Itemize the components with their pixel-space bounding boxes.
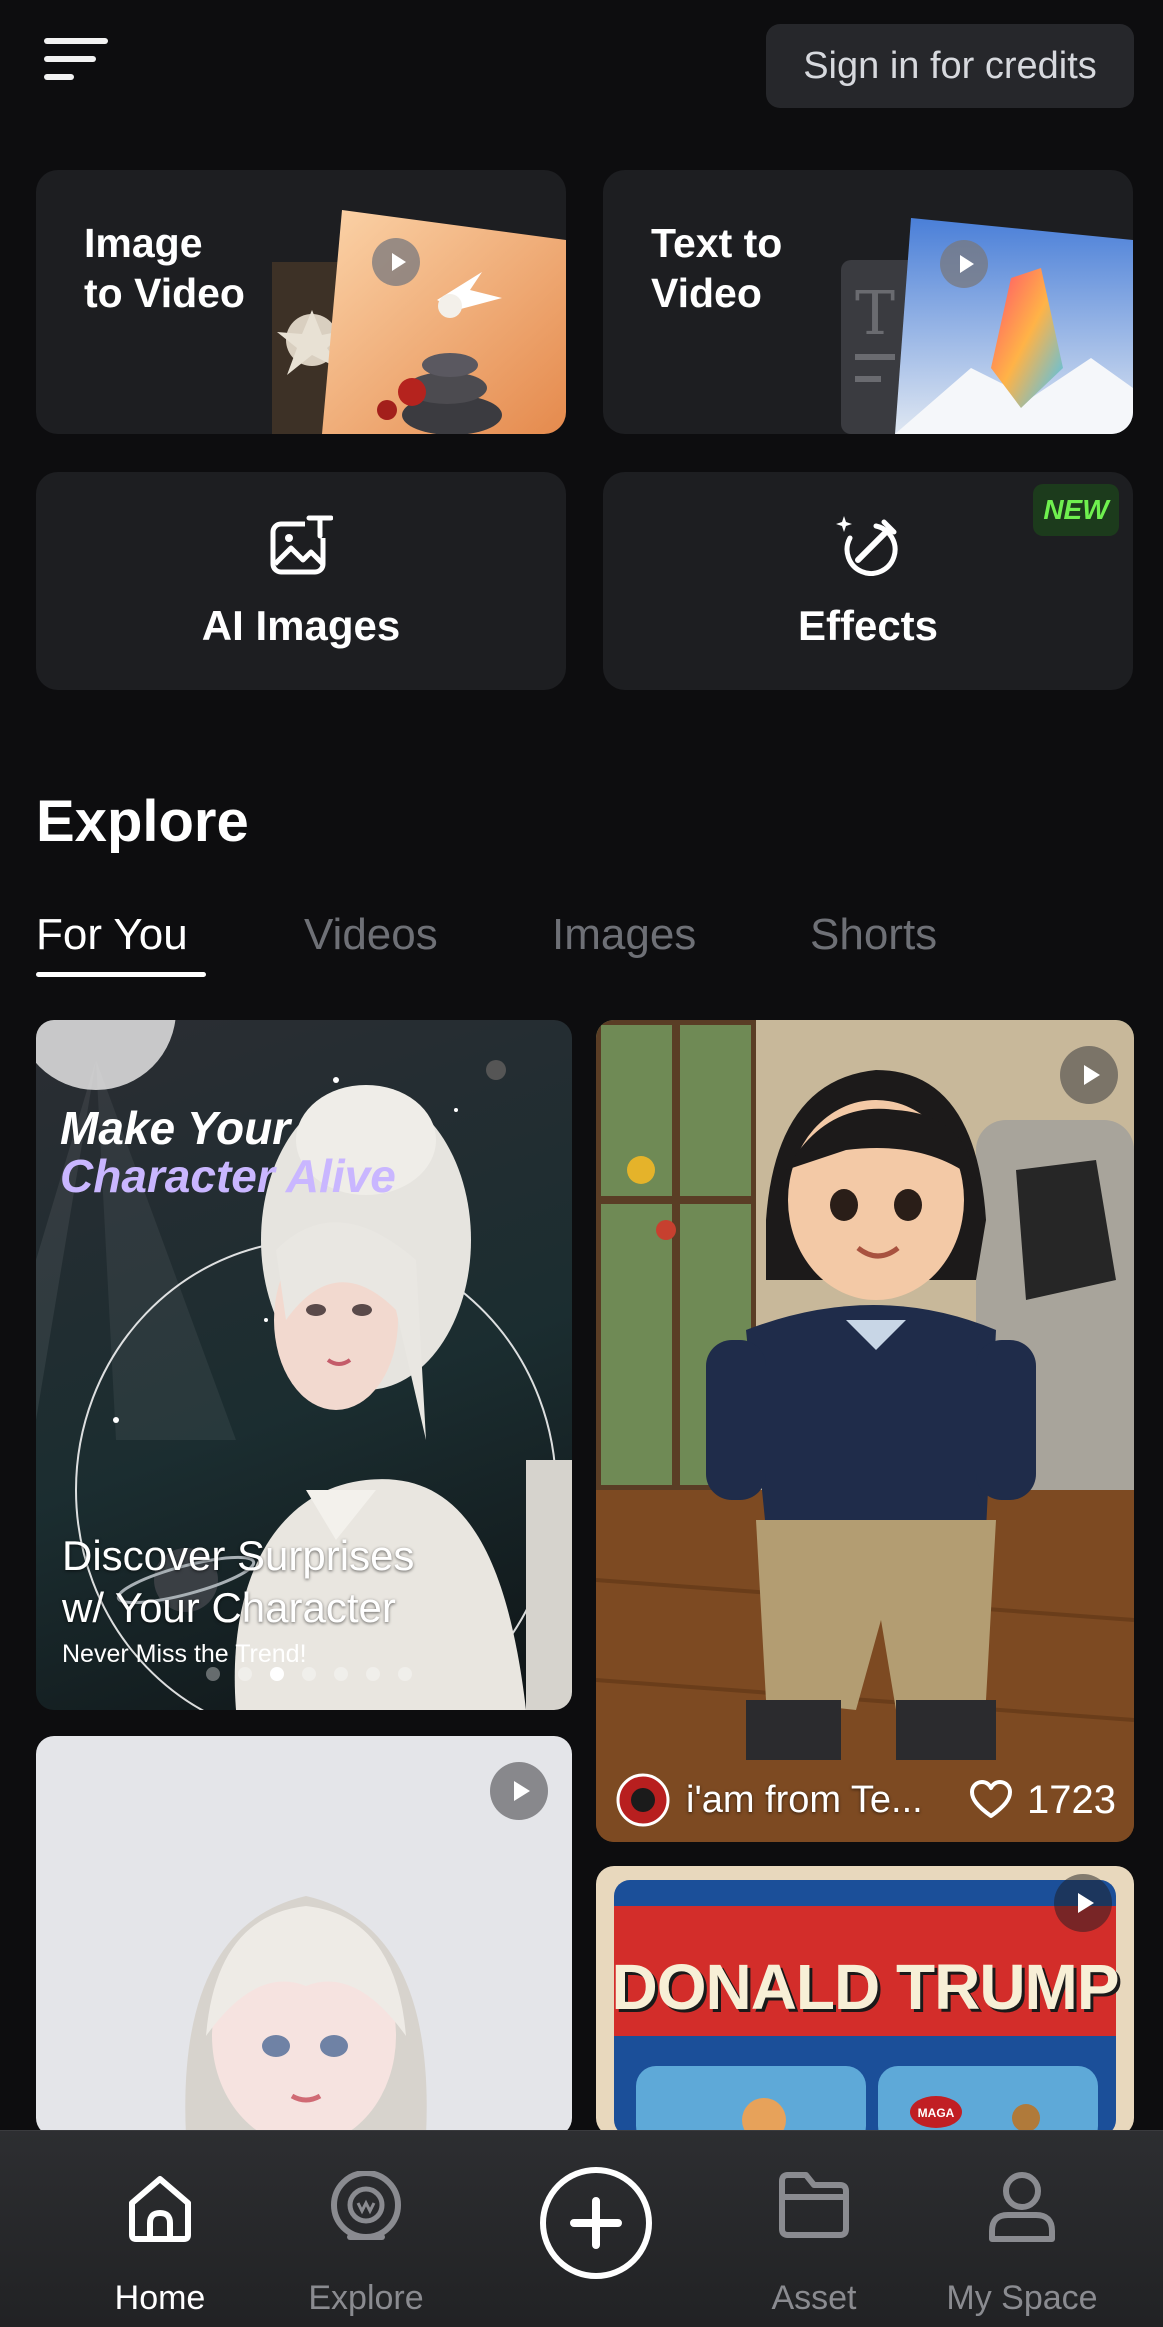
carousel-dot[interactable]: [238, 1667, 252, 1681]
carousel-dot[interactable]: [366, 1667, 380, 1681]
sign-in-for-credits-button[interactable]: Sign in for credits: [766, 24, 1134, 108]
poster-cap-label: MAGA: [917, 2106, 955, 2120]
author-name[interactable]: i'am from Te...: [686, 1779, 969, 1822]
tab-for-you[interactable]: For You: [36, 910, 188, 960]
post-artwork: [596, 1020, 1134, 1842]
post-play-icon[interactable]: [1060, 1046, 1118, 1104]
nav-asset[interactable]: Asset: [724, 2131, 904, 2327]
carousel-dot[interactable]: [398, 1667, 412, 1681]
create-button[interactable]: [540, 2167, 652, 2279]
nav-home-label: Home: [114, 2279, 206, 2317]
active-tab-indicator: [36, 972, 206, 977]
text-to-video-play-icon: [940, 240, 988, 288]
tab-images[interactable]: Images: [552, 910, 696, 960]
post-footer: i'am from Te... 1723: [616, 1772, 1116, 1828]
carousel-dot[interactable]: [206, 1667, 220, 1681]
new-badge: NEW: [1033, 484, 1119, 536]
carousel-dot[interactable]: [270, 1667, 284, 1681]
tab-videos[interactable]: Videos: [304, 910, 438, 960]
bottom-navigation: Home Explore Asset My Space: [0, 2130, 1163, 2327]
text-to-video-thumbnail: T: [841, 218, 1133, 434]
nav-my-space[interactable]: My Space: [932, 2131, 1112, 2327]
text-to-video-title: Text to Video: [651, 220, 783, 316]
image-to-video-card[interactable]: Image to Video: [36, 170, 566, 434]
author-avatar[interactable]: [616, 1773, 670, 1827]
tab-shorts[interactable]: Shorts: [810, 910, 937, 960]
banner-headline: Make Your Character Alive: [60, 1104, 396, 1200]
promo-banner-card[interactable]: Make Your Character Alive Discover Surpr…: [36, 1020, 572, 1710]
profile-icon: [989, 2172, 1055, 2242]
ai-images-label: AI Images: [201, 602, 401, 649]
nav-explore-label: Explore: [308, 2279, 424, 2317]
carousel-dot[interactable]: [334, 1667, 348, 1681]
effects-card[interactable]: NEW Effects: [603, 472, 1133, 690]
magic-wand-icon: [836, 516, 898, 576]
explore-icon: [331, 2171, 401, 2240]
post-3-play-icon[interactable]: [1054, 1874, 1112, 1932]
carousel-dot[interactable]: [302, 1667, 316, 1681]
feed-post-card-3[interactable]: DONALD TRUMP MAGA: [596, 1866, 1134, 2136]
poster-title: DONALD TRUMP: [611, 1951, 1119, 2023]
effects-label: Effects: [797, 602, 939, 649]
feed-post-card[interactable]: i'am from Te... 1723: [596, 1020, 1134, 1842]
banner-caption-line2: w/ Your Character: [62, 1584, 396, 1631]
svg-text:T: T: [855, 279, 895, 349]
banner-headline-line2: Character Alive: [60, 1150, 396, 1202]
post-2-play-icon[interactable]: [490, 1762, 548, 1820]
nav-my-space-label: My Space: [946, 2279, 1098, 2317]
explore-heading: Explore: [36, 789, 249, 854]
nav-home[interactable]: Home: [70, 2131, 250, 2327]
carousel-indicator: [206, 1667, 412, 1681]
like-count: 1723: [1027, 1777, 1116, 1822]
ai-images-card[interactable]: AI Images: [36, 472, 566, 690]
text-to-video-card[interactable]: Text to Video T: [603, 170, 1133, 434]
menu-icon[interactable]: [44, 38, 110, 92]
plus-icon: [570, 2197, 622, 2249]
banner-subcaption: Never Miss the Trend!: [62, 1640, 307, 1668]
heart-icon[interactable]: [969, 1780, 1013, 1820]
image-to-video-thumbnail: [272, 210, 566, 434]
banner-caption-line1: Discover Surprises: [62, 1532, 415, 1579]
banner-caption: Discover Surprises w/ Your Character: [62, 1530, 414, 1634]
banner-headline-line1: Make Your: [60, 1102, 291, 1154]
image-to-video-title: Image to Video: [84, 220, 245, 316]
ai-image-icon: [270, 514, 333, 575]
image-to-video-play-icon: [372, 238, 420, 286]
feed-post-card-2[interactable]: [36, 1736, 572, 2136]
home-icon: [129, 2176, 191, 2242]
folder-icon: [779, 2172, 849, 2238]
nav-explore[interactable]: Explore: [276, 2131, 456, 2327]
nav-asset-label: Asset: [771, 2279, 857, 2317]
